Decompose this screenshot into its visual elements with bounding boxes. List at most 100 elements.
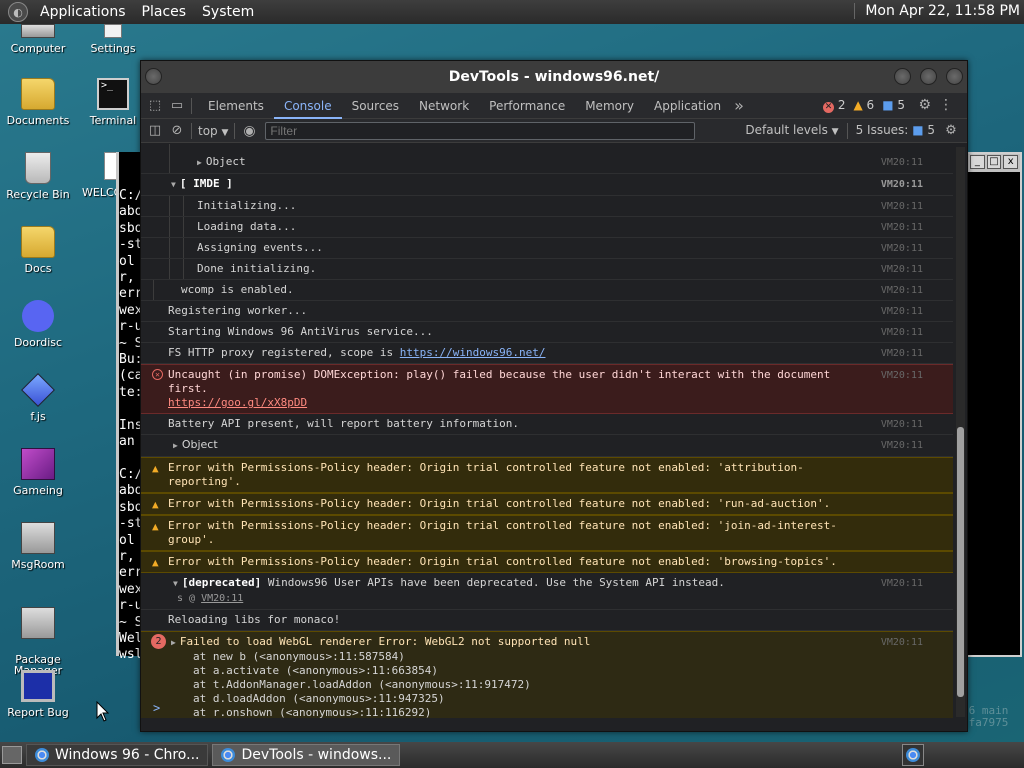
tray-chrome-icon[interactable] <box>902 744 924 766</box>
source-link[interactable]: VM20:11 <box>881 305 923 319</box>
taskbar-item-chrome[interactable]: Windows 96 - Chro... <box>26 744 209 766</box>
distro-logo-icon[interactable]: ◐ <box>8 2 28 22</box>
console-line[interactable]: ▶ Object VM20:11 <box>141 152 953 174</box>
console-line[interactable]: wcomp is enabled. VM20:11 <box>141 280 953 301</box>
console-prompt[interactable]: > <box>153 701 160 715</box>
show-desktop-icon[interactable] <box>2 746 22 764</box>
devtools-titlebar[interactable]: DevTools - windows96.net/ <box>141 61 967 93</box>
console-error-line[interactable]: ✕ Uncaught (in promise) DOMException: pla… <box>141 364 953 414</box>
tab-elements[interactable]: Elements <box>198 93 274 119</box>
window-menu-button[interactable] <box>145 68 162 85</box>
source-link[interactable]: VM20:11 <box>881 221 923 235</box>
source-link[interactable]: VM20:11 <box>881 263 923 277</box>
error-count[interactable]: ✕ 2 <box>823 98 845 113</box>
console-scrollbar[interactable] <box>956 147 965 717</box>
console-deprecation-line[interactable]: ▼ [deprecated] Windows96 User APIs have b… <box>141 573 953 610</box>
console-line[interactable]: Initializing... VM20:11 <box>141 196 953 217</box>
tab-console[interactable]: Console <box>273 93 342 119</box>
stack-source-link[interactable]: VM20:11 <box>201 593 243 604</box>
inspect-element-icon[interactable]: ⬚ <box>147 98 163 113</box>
desktop-icon-docs[interactable]: Docs <box>0 226 76 275</box>
source-link[interactable]: VM20:11 <box>881 284 923 298</box>
console-line[interactable]: Loading data... VM20:11 <box>141 217 953 238</box>
warning-count[interactable]: ▲ 6 <box>853 98 874 113</box>
maximize-button[interactable]: □ <box>986 155 1002 169</box>
desktop-icon-gameing[interactable]: Gameing <box>0 448 76 497</box>
tab-performance[interactable]: Performance <box>479 93 575 119</box>
tab-sources[interactable]: Sources <box>342 93 409 119</box>
console-line[interactable]: ▶ Object VM20:11 <box>141 435 953 457</box>
desktop-icon-settings[interactable]: Settings <box>75 24 151 55</box>
issue-badges[interactable]: ✕ 2 ▲ 6 ■ 5 <box>823 98 905 113</box>
desktop-icon-computer[interactable]: Computer <box>0 24 76 55</box>
source-link[interactable]: VM20:11 <box>881 200 923 214</box>
issues-button[interactable]: 5 Issues: ■ 5 <box>856 123 935 139</box>
menu-system[interactable]: System <box>194 4 262 20</box>
console-line[interactable]: Battery API present, will report battery… <box>141 414 953 435</box>
devtools-window[interactable]: DevTools - windows96.net/ ⬚ ▭ Elements C… <box>140 60 968 732</box>
source-link[interactable]: VM20:11 <box>881 178 923 192</box>
clock[interactable]: Mon Apr 22, 11:58 PM <box>854 3 1020 19</box>
info-count[interactable]: ■ 5 <box>882 98 905 113</box>
taskbar: Windows 96 - Chro... DevTools - windows.… <box>0 742 1024 768</box>
settings-gear-icon[interactable]: ⚙ <box>918 97 931 113</box>
source-link[interactable]: VM20:11 <box>881 347 923 361</box>
minimize-button[interactable] <box>894 68 911 85</box>
console-line[interactable]: Assigning events... VM20:11 <box>141 238 953 259</box>
desktop-icon-fjs[interactable]: f.js <box>0 373 76 423</box>
console-line[interactable]: Starting Windows 96 AntiVirus service...… <box>141 322 953 343</box>
source-link[interactable]: VM20:11 <box>881 577 923 591</box>
minimize-button[interactable]: _ <box>969 155 985 169</box>
source-link[interactable]: VM20:11 <box>881 418 923 432</box>
tab-memory[interactable]: Memory <box>575 93 644 119</box>
device-toolbar-icon[interactable]: ▭ <box>169 98 185 113</box>
console-warning-line[interactable]: ▲ Error with Permissions-Policy header: O… <box>141 457 953 493</box>
desktop-icon-report-bug[interactable]: Report Bug <box>0 670 76 719</box>
log-levels-dropdown[interactable]: Default levels ▼ <box>745 123 838 139</box>
console-settings-icon[interactable]: ⚙ <box>943 123 959 139</box>
desktop-icon-package-manager[interactable]: Package Manager <box>0 596 76 676</box>
desktop-icon-documents[interactable]: Documents <box>0 78 76 127</box>
filter-input[interactable] <box>265 121 696 140</box>
context-selector[interactable]: top ▼ <box>198 124 228 138</box>
mouse-cursor-icon <box>96 701 110 722</box>
source-link[interactable]: VM20:11 <box>881 242 923 256</box>
desktop-icon-doordisc[interactable]: Doordisc <box>0 300 76 349</box>
menu-places[interactable]: Places <box>134 4 195 20</box>
divider <box>234 122 236 139</box>
clear-console-icon[interactable]: ⊘ <box>169 123 185 138</box>
eye-icon[interactable]: ◉ <box>241 123 257 139</box>
sidebar-toggle-icon[interactable]: ◫ <box>147 123 163 138</box>
source-link[interactable]: VM20:11 <box>881 326 923 340</box>
console-warning-line[interactable]: ▲ Error with Permissions-Policy header: O… <box>141 515 953 551</box>
console-line[interactable]: Reloading libs for monaco! <box>141 610 953 631</box>
console-group-header[interactable]: ▼[ IMDE ] VM20:11 <box>141 174 953 196</box>
maximize-button[interactable] <box>920 68 937 85</box>
repeat-count-badge: 2 <box>151 634 166 649</box>
kebab-menu-icon[interactable]: ⋮ <box>939 97 953 113</box>
console-error-group[interactable]: 2 ▶ Failed to load WebGL renderer Error: … <box>141 631 953 718</box>
console-url-link[interactable]: https://goo.gl/xX8pDD <box>168 396 307 409</box>
source-link[interactable]: VM20:11 <box>881 636 923 650</box>
desktop-icon-msgroom[interactable]: MsgRoom <box>0 522 76 571</box>
background-window-right[interactable]: _ □ x <box>966 152 1022 657</box>
console-url-link[interactable]: https://windows96.net/ <box>400 346 546 359</box>
source-link[interactable]: VM20:11 <box>881 156 923 170</box>
console-line[interactable]: Registering worker... VM20:11 <box>141 301 953 322</box>
tab-application[interactable]: Application <box>644 93 731 119</box>
source-link[interactable]: VM20:11 <box>881 369 923 383</box>
console-warning-line[interactable]: ▲ Error with Permissions-Policy header: O… <box>141 551 953 573</box>
console-warning-line[interactable]: ▲ Error with Permissions-Policy header: O… <box>141 493 953 515</box>
close-button[interactable] <box>946 68 963 85</box>
console-line[interactable]: Done initializing. VM20:11 <box>141 259 953 280</box>
scrollbar-thumb[interactable] <box>957 427 964 697</box>
source-link[interactable]: VM20:11 <box>881 439 923 453</box>
taskbar-item-devtools[interactable]: DevTools - windows... <box>212 744 401 766</box>
tab-network[interactable]: Network <box>409 93 479 119</box>
desktop-icon-recycle-bin[interactable]: Recycle Bin <box>0 152 76 201</box>
more-tabs-icon[interactable]: » <box>731 96 747 115</box>
close-button[interactable]: x <box>1003 155 1018 169</box>
console-line[interactable]: FS HTTP proxy registered, scope is https… <box>141 343 953 364</box>
menu-applications[interactable]: Applications <box>32 4 134 20</box>
console-output[interactable]: ▶ Object VM20:11 ▼[ IMDE ] VM20:11 Initiali… <box>141 144 953 718</box>
